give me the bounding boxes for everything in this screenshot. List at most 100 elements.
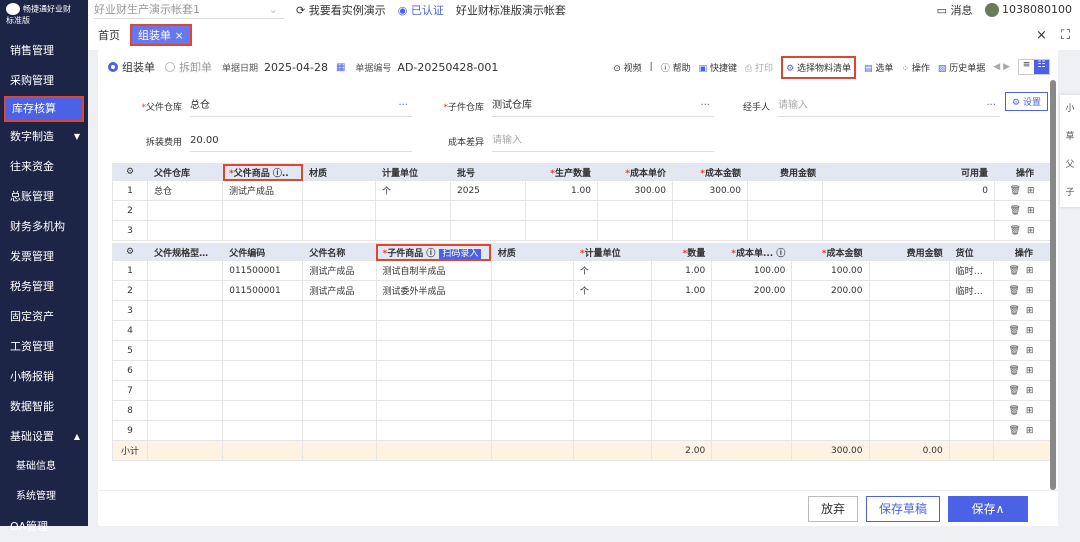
table-cell[interactable]: 测试产成品	[302, 280, 377, 301]
radio-disassemble[interactable]: 拆卸单	[165, 59, 212, 75]
table-cell[interactable]	[302, 360, 377, 381]
table-cell[interactable]	[651, 420, 713, 441]
table-cell[interactable]	[222, 400, 304, 421]
table-cell[interactable]	[948, 420, 994, 441]
delete-icon[interactable]: 🗑	[1008, 286, 1025, 296]
table-cell[interactable]	[302, 180, 376, 201]
table-cell[interactable]	[375, 400, 492, 421]
sidebar-item[interactable]: 销售管理	[0, 36, 88, 66]
operate-button[interactable]: ⁘ 操作	[901, 61, 929, 74]
table-cell[interactable]	[791, 340, 870, 361]
table-cell[interactable]	[868, 380, 950, 401]
table-cell[interactable]	[651, 360, 713, 381]
table-cell[interactable]	[747, 180, 823, 201]
row-actions[interactable]: 🗑⊞	[992, 260, 1056, 281]
row-actions[interactable]: 🗑⊞	[992, 280, 1056, 301]
copy-add-icon[interactable]: ⊞	[1026, 286, 1040, 296]
table-cell[interactable]	[791, 360, 870, 381]
row-actions[interactable]: 🗑⊞	[992, 420, 1056, 441]
table-cell[interactable]	[147, 320, 224, 341]
table-cell[interactable]	[572, 300, 653, 321]
column-settings-icon[interactable]: ⚙	[112, 163, 148, 181]
table-cell[interactable]: 100.00	[711, 260, 793, 281]
table-cell[interactable]	[651, 300, 713, 321]
child-warehouse-field[interactable]: 测试仓库 ···	[492, 95, 714, 117]
copy-add-icon[interactable]: ⊞	[1026, 386, 1040, 396]
sidebar-item[interactable]: 小畅报销	[0, 362, 88, 392]
copy-add-icon[interactable]: ⊞	[1026, 266, 1040, 276]
delete-icon[interactable]: 🗑	[1008, 346, 1025, 356]
copy-add-icon[interactable]: ⊞	[1026, 306, 1040, 316]
table-cell[interactable]	[490, 260, 574, 281]
table-cell[interactable]	[222, 200, 303, 221]
table-cell[interactable]	[711, 320, 793, 341]
table-cell[interactable]	[525, 200, 598, 221]
sidebar-item[interactable]: 库存核算	[4, 96, 84, 122]
table-cell[interactable]	[147, 380, 224, 401]
table-cell[interactable]	[572, 380, 653, 401]
sidebar-item[interactable]: 系统管理	[0, 482, 88, 512]
sidebar-item[interactable]: 数据智能	[0, 392, 88, 422]
table-cell[interactable]	[375, 360, 492, 381]
table-cell[interactable]: 临时货位	[948, 280, 994, 301]
video-button[interactable]: ⊙ 视频	[613, 61, 641, 74]
table-cell[interactable]	[651, 340, 713, 361]
parent-warehouse-field[interactable]: 总仓 ···	[190, 95, 412, 117]
table-cell[interactable]	[791, 320, 870, 341]
table-cell[interactable]	[490, 340, 574, 361]
table-cell[interactable]	[222, 300, 304, 321]
table-cell[interactable]	[222, 360, 304, 381]
table-cell[interactable]	[711, 340, 793, 361]
table-cell[interactable]	[147, 280, 224, 301]
table-cell[interactable]	[302, 220, 376, 241]
table-cell[interactable]: 个	[375, 180, 451, 201]
help-button[interactable]: ⓘ 帮助	[661, 61, 691, 74]
table-cell[interactable]	[490, 420, 574, 441]
table-cell[interactable]: 测试产成品	[222, 180, 303, 201]
table-cell[interactable]	[572, 360, 653, 381]
shortcut-button[interactable]: ▣ 快捷键	[699, 61, 737, 74]
table-cell[interactable]: 100.00	[791, 260, 870, 281]
select-doc-button[interactable]: ▤ 选单	[864, 61, 893, 74]
table-cell[interactable]	[450, 220, 526, 241]
save-draft-button[interactable]: 保存草稿	[865, 495, 940, 522]
table-cell[interactable]	[711, 380, 793, 401]
sidebar-item[interactable]: 财务多机构	[0, 212, 88, 242]
table-cell[interactable]	[791, 400, 870, 421]
copy-add-icon[interactable]: ⊞	[1027, 226, 1041, 236]
table-cell[interactable]: 测试产成品	[302, 260, 377, 281]
row-actions[interactable]: 🗑⊞	[992, 300, 1056, 321]
delete-icon[interactable]: 🗑	[1010, 226, 1027, 236]
table-cell[interactable]	[672, 220, 748, 241]
table-cell[interactable]	[147, 220, 223, 241]
table-cell[interactable]	[375, 220, 451, 241]
table-cell[interactable]	[791, 420, 870, 441]
row-actions[interactable]: 🗑⊞	[992, 380, 1056, 401]
table-cell[interactable]	[147, 260, 224, 281]
table-cell[interactable]	[948, 360, 994, 381]
save-button[interactable]: 保存∧	[948, 495, 1028, 522]
table-cell[interactable]	[375, 380, 492, 401]
table-cell[interactable]	[711, 420, 793, 441]
table-cell[interactable]	[572, 340, 653, 361]
table-cell[interactable]: 200.00	[791, 280, 870, 301]
table-cell[interactable]	[948, 380, 994, 401]
table-cell[interactable]	[747, 220, 823, 241]
tab-home[interactable]: 首页	[88, 27, 130, 43]
table-cell[interactable]	[868, 320, 950, 341]
row-actions[interactable]: 🗑⊞	[992, 400, 1056, 421]
table-cell[interactable]: 个	[572, 280, 653, 301]
table-cell[interactable]	[948, 400, 994, 421]
table-cell[interactable]	[822, 200, 995, 221]
sidebar-item[interactable]: 总账管理	[0, 182, 88, 212]
copy-add-icon[interactable]: ⊞	[1027, 206, 1041, 216]
table-cell[interactable]	[868, 300, 950, 321]
row-actions[interactable]: 🗑⊞	[994, 220, 1056, 241]
messages-button[interactable]: ▭ 消息	[937, 2, 973, 18]
table-cell[interactable]: 临时货位	[948, 260, 994, 281]
copy-add-icon[interactable]: ⊞	[1026, 346, 1040, 356]
table-cell[interactable]	[222, 320, 304, 341]
table-cell[interactable]	[572, 320, 653, 341]
sidebar-item[interactable]: 税务管理	[0, 272, 88, 302]
table-cell[interactable]	[302, 200, 376, 221]
